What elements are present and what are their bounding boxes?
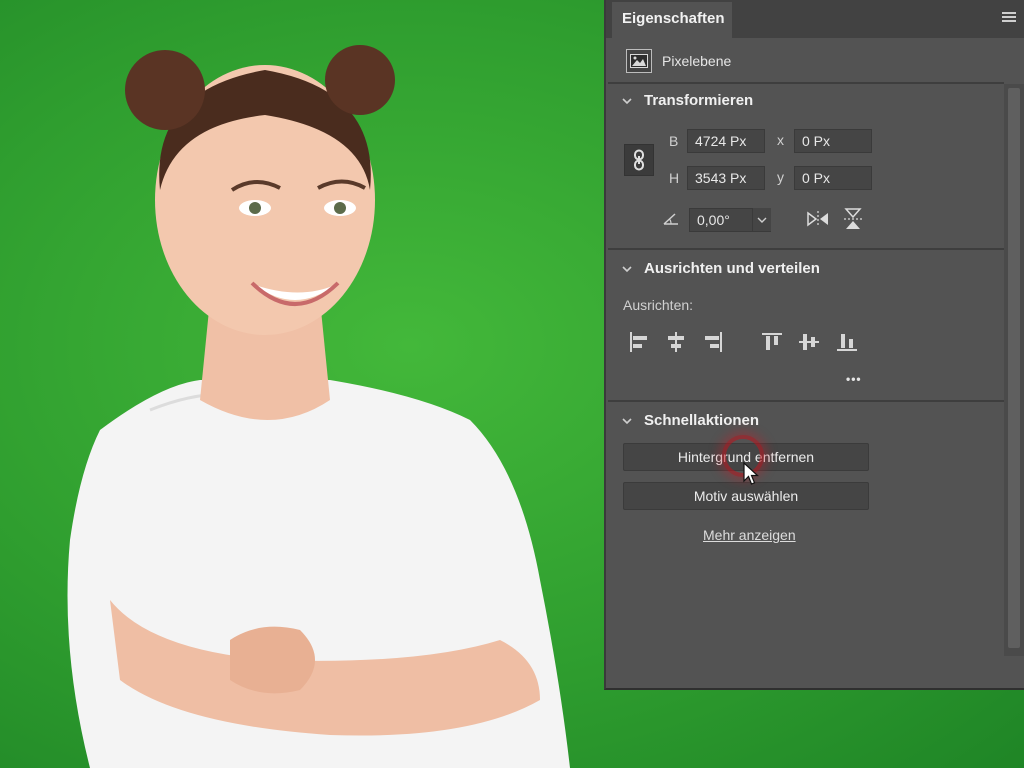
flip-vertical-button[interactable] xyxy=(840,206,866,232)
chevron-down-icon xyxy=(622,417,632,424)
x-position-field[interactable]: 0 Px xyxy=(794,129,872,153)
section-transform-header[interactable]: Transformieren xyxy=(620,92,753,109)
section-align-header[interactable]: Ausrichten und verteilen xyxy=(620,260,820,277)
align-right-icon xyxy=(705,332,722,352)
align-vertical-centers-button[interactable] xyxy=(796,329,822,355)
chevron-down-icon xyxy=(757,217,767,223)
align-horizontal-centers-button[interactable] xyxy=(663,329,689,355)
height-label: H xyxy=(669,170,680,186)
panel-scrollbar[interactable] xyxy=(1004,84,1024,656)
x-label: x xyxy=(777,132,784,148)
y-label: y xyxy=(777,169,784,185)
section-transform-title: Transformieren xyxy=(644,92,754,109)
pixel-layer-icon xyxy=(626,49,652,73)
flip-horizontal-icon xyxy=(807,211,828,227)
y-position-field[interactable]: 0 Px xyxy=(794,166,872,190)
section-divider xyxy=(608,248,1004,250)
section-align-title: Ausrichten und verteilen xyxy=(644,260,820,277)
angle-icon xyxy=(658,206,684,232)
select-subject-button[interactable]: Motiv auswählen xyxy=(623,482,869,510)
align-right-edges-button[interactable] xyxy=(700,329,726,355)
show-more-link[interactable]: Mehr anzeigen xyxy=(703,527,796,543)
align-bottom-edges-button[interactable] xyxy=(834,329,860,355)
align-label: Ausrichten: xyxy=(623,297,694,313)
layer-kind-row: Pixelebene xyxy=(626,48,731,74)
chevron-down-icon xyxy=(622,97,632,104)
more-options-button[interactable]: ••• xyxy=(846,372,862,386)
section-quick-actions-title: Schnellaktionen xyxy=(644,412,760,429)
section-quick-actions-header[interactable]: Schnellaktionen xyxy=(620,412,759,429)
align-left-edges-button[interactable] xyxy=(626,329,652,355)
layer-kind-label: Pixelebene xyxy=(662,53,732,69)
panel-tab-bar: Eigenschaften xyxy=(606,0,1024,38)
width-label: B xyxy=(669,133,679,149)
width-field[interactable]: 4724 Px xyxy=(687,129,765,153)
chevron-down-icon xyxy=(622,265,632,272)
flip-vertical-icon xyxy=(844,208,862,229)
flip-horizontal-button[interactable] xyxy=(805,206,831,232)
align-top-edges-button[interactable] xyxy=(759,329,785,355)
section-divider xyxy=(608,400,1004,402)
woman-portrait-image xyxy=(67,45,570,768)
align-horizontal-center-icon xyxy=(668,332,684,352)
scrollbar-thumb[interactable] xyxy=(1008,88,1020,648)
angle-dropdown-button[interactable] xyxy=(752,208,771,231)
align-left-icon xyxy=(630,332,647,352)
align-top-icon xyxy=(762,333,782,350)
properties-panel: Eigenschaften Pixelebene Transformieren … xyxy=(604,0,1024,690)
tab-eigenschaften[interactable]: Eigenschaften xyxy=(612,2,732,38)
section-divider xyxy=(608,82,1004,84)
chain-link-icon xyxy=(634,149,644,171)
panel-menu-icon[interactable] xyxy=(1002,12,1016,24)
height-field[interactable]: 3543 Px xyxy=(687,166,765,190)
align-bottom-icon xyxy=(837,334,857,351)
link-dimensions-button[interactable] xyxy=(624,144,654,176)
remove-background-button[interactable]: Hintergrund entfernen xyxy=(623,443,869,471)
align-vertical-center-icon xyxy=(799,334,819,350)
